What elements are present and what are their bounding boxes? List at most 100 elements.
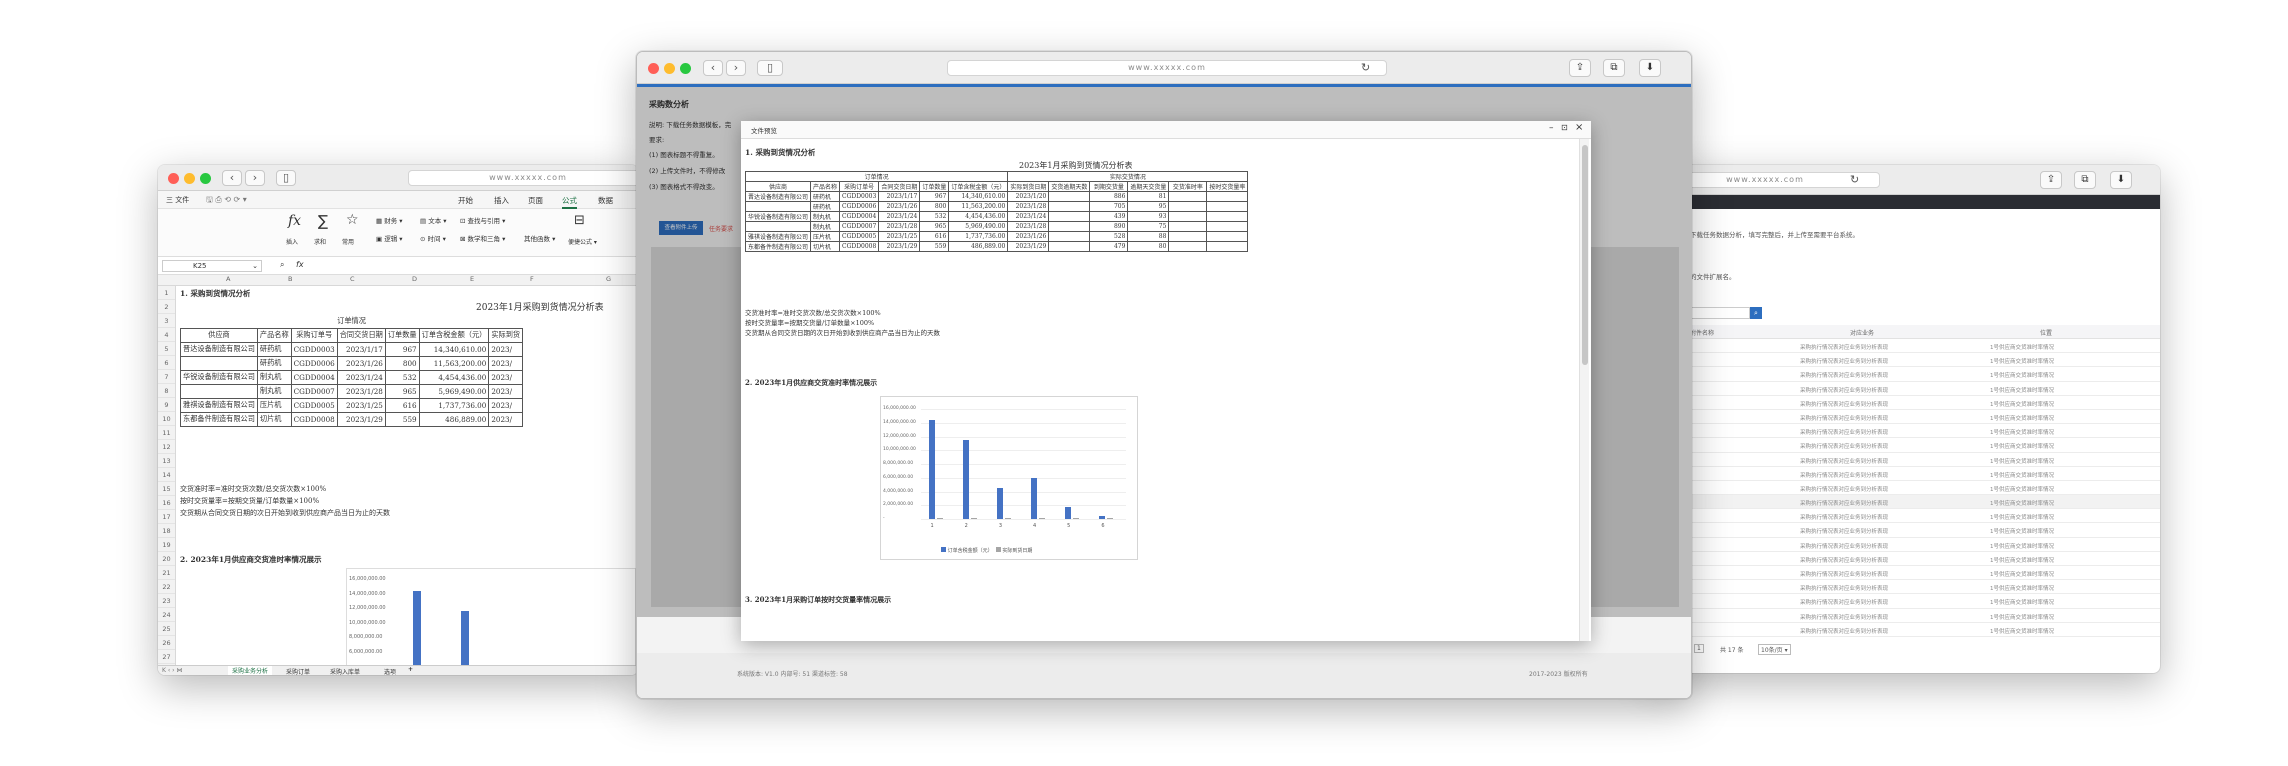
row-number[interactable]: 22 [158, 580, 175, 594]
sheet-cell[interactable]: 2023/1/28 [336, 383, 386, 399]
list-item[interactable]: 采购业务分析采购执行情况表对应业务到分析表现1号供应商交货准时率情况 [1650, 481, 2160, 496]
row-number[interactable]: 23 [158, 594, 175, 608]
sheet-nav-arrows[interactable]: K ‹ › ⋈ [162, 667, 182, 674]
row-number[interactable]: 12 [158, 440, 175, 454]
math-button[interactable]: ⊠ 数学和三角 ▾ [460, 233, 505, 243]
sheet-cell[interactable]: 967 [384, 341, 420, 357]
row-number[interactable]: 4 [158, 328, 175, 342]
list-item[interactable]: 采购业务分析采购执行情况表对应业务到分析表现1号供应商交货准时率情况 [1650, 623, 2160, 637]
list-item[interactable]: 采购业务分析采购执行情况表对应业务到分析表现1号供应商交货准时率情况 [1650, 467, 2160, 481]
reload-icon[interactable]: ↻ [1850, 173, 1859, 186]
sheet-cell[interactable]: 965 [384, 383, 420, 399]
center-forward-button[interactable]: › [726, 60, 746, 76]
col-header-position[interactable]: 位置 [2040, 328, 2052, 337]
sheet-cell[interactable]: CGDD0008 [290, 411, 338, 427]
list-item[interactable]: 采购业务分析采购执行情况表对应业务到分析表现1号供应商交货准时率情况 [1650, 580, 2160, 595]
row-number[interactable]: 19 [158, 538, 175, 552]
zoom-search-icon[interactable]: ⌕ [280, 260, 284, 270]
sheet-cell[interactable]: 1,737,736.00 [418, 397, 490, 413]
row-number[interactable]: 17 [158, 510, 175, 524]
row-number[interactable]: 27 [158, 650, 175, 664]
time-button[interactable]: ⊙ 时间 ▾ [420, 233, 446, 243]
modal-scroll-thumb[interactable] [1582, 145, 1588, 365]
sheet-cell[interactable]: 2023/ [488, 411, 524, 427]
modal-minimize-icon[interactable]: – [1549, 123, 1554, 133]
sheet-cell[interactable]: 5,969,490.00 [418, 383, 490, 399]
sheet-header-cell[interactable]: 产品名称 [256, 327, 292, 343]
col-c[interactable]: C [350, 275, 355, 283]
close-dot[interactable] [168, 173, 179, 184]
row-number[interactable]: 7 [158, 370, 175, 384]
row-number[interactable]: 16 [158, 496, 175, 510]
sheet-cell[interactable]: 559 [384, 411, 420, 427]
col-a[interactable]: A [226, 275, 230, 283]
sheet-cell[interactable]: 2023/ [488, 369, 524, 385]
sheet-cell[interactable]: 800 [384, 355, 420, 371]
star-icon[interactable]: ☆ [346, 212, 359, 228]
download-icon[interactable]: ⬇ [2110, 171, 2132, 189]
sheet-cell[interactable]: 14,340,610.00 [418, 341, 490, 357]
sheet-cell[interactable] [180, 355, 258, 371]
row-number[interactable]: 25 [158, 622, 175, 636]
sheet-header-cell[interactable]: 供应商 [180, 327, 258, 343]
sheet-tab-analysis[interactable]: 采购业务分析 [228, 666, 273, 675]
center-minimize-dot[interactable] [664, 63, 675, 74]
col-g[interactable]: G [606, 275, 611, 283]
sheet-header-cell[interactable]: 采购订单号 [290, 327, 338, 343]
file-menu[interactable]: 三 文件 [166, 195, 189, 205]
row-number[interactable]: 26 [158, 636, 175, 650]
row-number[interactable]: 21 [158, 566, 175, 580]
sheet-cell[interactable]: 制丸机 [256, 369, 292, 385]
row-number[interactable]: 8 [158, 384, 175, 398]
list-item[interactable]: 采购业务分析采购执行情况表对应业务到分析表现1号供应商交货准时率情况 [1650, 609, 2160, 623]
row-number[interactable]: 5 [158, 342, 175, 356]
row-number[interactable]: 24 [158, 608, 175, 622]
sheet-cell[interactable]: 制丸机 [256, 383, 292, 399]
row-number[interactable]: 1 [158, 286, 175, 300]
list-item[interactable]: 采购业务分析采购执行情况表对应业务到分析表现1号供应商交货准时率情况 [1650, 410, 2160, 425]
modal-close-icon[interactable]: × [1575, 122, 1583, 133]
sheet-header-cell[interactable]: 合同交货日期 [336, 327, 386, 343]
row-number[interactable]: 11 [158, 426, 175, 440]
share-icon[interactable]: ⇪ [2040, 171, 2062, 189]
center-share-icon[interactable]: ⇪ [1569, 59, 1591, 77]
col-e[interactable]: E [470, 275, 474, 283]
sheet-tab-orders[interactable]: 采购订单 [286, 667, 310, 675]
center-reload-icon[interactable]: ↻ [1361, 61, 1370, 74]
sheet-cell[interactable]: 雅祺设备制造有限公司 [180, 397, 258, 413]
row-number[interactable]: 10 [158, 412, 175, 426]
row-number[interactable]: 18 [158, 524, 175, 538]
quick-formula-button[interactable]: 便捷公式 ▾ [568, 237, 597, 246]
forward-button[interactable]: › [245, 170, 265, 186]
tab-page[interactable]: 页面 [528, 195, 543, 206]
add-sheet-button[interactable]: + [408, 666, 413, 673]
text-button[interactable]: ▤ 文本 ▾ [420, 215, 447, 225]
sheet-cell[interactable]: 2023/ [488, 383, 524, 399]
sheet-cell[interactable]: 研药机 [256, 341, 292, 357]
sheet-cell[interactable]: 2023/ [488, 341, 524, 357]
quick-formula-icon[interactable]: ⊟ [574, 213, 585, 228]
col-d[interactable]: D [412, 275, 417, 283]
col-header-business[interactable]: 对应业务 [1850, 328, 1874, 337]
sheet-header-cell[interactable]: 实际到货 [488, 327, 524, 343]
sheet-cell[interactable]: CGDD0004 [290, 369, 338, 385]
tab-data[interactable]: 数据 [598, 195, 613, 206]
list-item[interactable]: 采购业务分析采购执行情况表对应业务到分析表现1号供应商交货准时率情况 [1650, 367, 2160, 382]
row-number[interactable]: 15 [158, 482, 175, 496]
row-number[interactable]: 9 [158, 398, 175, 412]
list-item[interactable]: 采购业务分析采购执行情况表对应业务到分析表现1号供应商交货准时率情况 [1650, 353, 2160, 368]
list-item[interactable]: 采购业务分析采购执行情况表对应业务到分析表现1号供应商交货准时率情况 [1650, 495, 2160, 510]
sheet-cell[interactable]: CGDD0003 [290, 341, 338, 357]
center-tabs-icon[interactable]: ⧉ [1603, 59, 1625, 77]
list-item[interactable]: 采购业务分析采购执行情况表对应业务到分析表现1号供应商交货准时率情况 [1650, 339, 2160, 354]
other-func-button[interactable]: 其他函数 ▾ [524, 233, 555, 243]
center-close-dot[interactable] [648, 63, 659, 74]
sheet-cell[interactable]: 4,454,436.00 [418, 369, 490, 385]
sheet-cell[interactable]: 2023/ [488, 397, 524, 413]
right-search-button[interactable]: ⌕ [1750, 307, 1762, 319]
minimize-dot[interactable] [184, 173, 195, 184]
list-item[interactable]: 采购业务分析采购执行情况表对应业务到分析表现1号供应商交货准时率情况 [1650, 396, 2160, 410]
modal-scrollbar[interactable] [1579, 139, 1589, 641]
logic-button[interactable]: ▣ 逻辑 ▾ [376, 233, 403, 243]
sheet-cell[interactable]: 2023/ [488, 355, 524, 371]
